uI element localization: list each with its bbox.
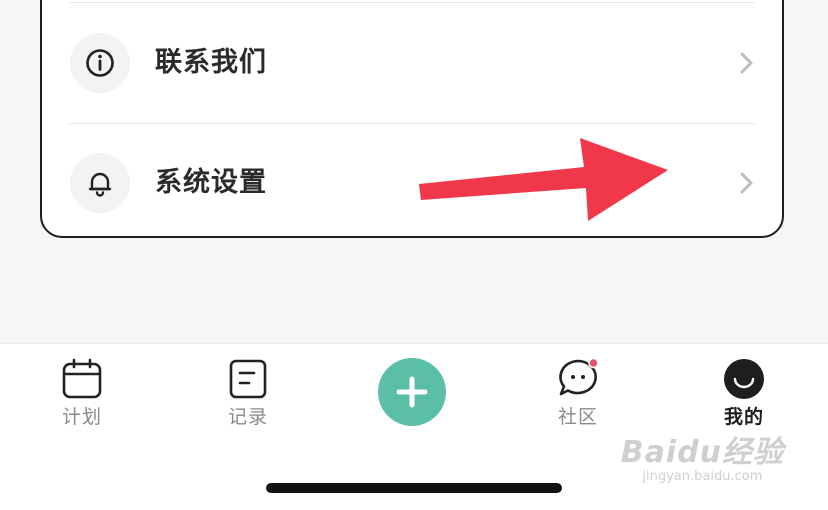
- watermark: Baidu经验 jingyan.baidu.com: [621, 427, 784, 484]
- tab-label: 我的: [723, 406, 764, 428]
- watermark-url: jingyan.baidu.com: [642, 469, 763, 484]
- tab-label: 记录: [227, 406, 268, 428]
- notification-badge: [588, 358, 599, 369]
- tab-label: 社区: [557, 406, 598, 428]
- info-icon: [70, 33, 130, 93]
- add-button[interactable]: [378, 358, 446, 426]
- menu-item-contact-us[interactable]: 联系我们: [42, 3, 782, 123]
- plus-icon: [396, 376, 428, 408]
- menu-item-system-settings[interactable]: 系统设置: [42, 123, 782, 243]
- bell-icon: [70, 153, 130, 213]
- menu-item-label: 系统设置: [155, 167, 267, 198]
- tab-records[interactable]: 记录: [193, 358, 303, 429]
- tab-plan[interactable]: 计划: [27, 358, 137, 429]
- menu-item-label: 联系我们: [155, 47, 267, 78]
- smile-avatar-icon: [724, 359, 764, 399]
- chevron-right-icon: [740, 52, 753, 74]
- tab-community[interactable]: 社区: [523, 358, 633, 429]
- tab-mine[interactable]: 我的: [689, 358, 799, 429]
- watermark-title: Baidu经验: [620, 435, 784, 470]
- home-indicator: [266, 483, 562, 493]
- settings-card: 联系我们 系统设置: [40, 0, 784, 238]
- calendar-icon: [62, 358, 102, 399]
- tab-label: 计划: [61, 406, 102, 428]
- note-icon: [229, 359, 267, 399]
- chat-bubble-icon: [559, 358, 599, 396]
- chevron-right-icon: [740, 172, 753, 194]
